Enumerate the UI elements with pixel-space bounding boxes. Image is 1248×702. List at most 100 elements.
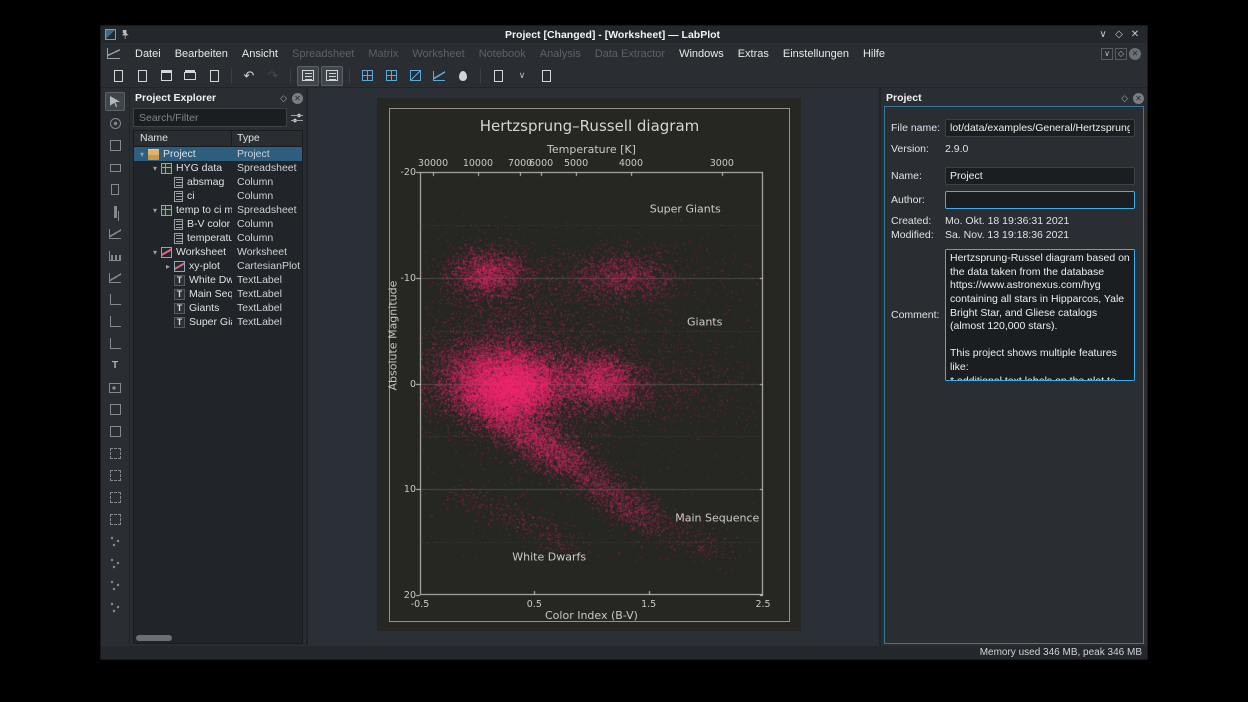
open-project-button[interactable] (131, 66, 153, 86)
menu-datei[interactable]: Datei (128, 46, 168, 62)
import-dropdown-button[interactable]: ∨ (511, 66, 533, 86)
zoom-in-button[interactable] (105, 400, 125, 419)
add-text-label-button[interactable]: T (105, 356, 125, 375)
horizontal-scrollbar[interactable] (136, 635, 172, 641)
new-plot-button[interactable] (428, 66, 450, 86)
add-histogram-button[interactable] (105, 246, 125, 265)
print-button[interactable] (179, 66, 201, 86)
export-button[interactable] (203, 66, 225, 86)
expander-open-icon[interactable]: ▾ (150, 248, 160, 257)
filter-options-icon[interactable] (291, 113, 303, 123)
name-field[interactable] (945, 167, 1135, 185)
menu-einstellungen[interactable]: Einstellungen (776, 46, 856, 62)
close-button[interactable]: ✕ (1127, 27, 1143, 42)
worksheet-page[interactable]: Hertzsprung–Russell diagram Temperature … (377, 98, 801, 631)
menu-hilfe[interactable]: Hilfe (856, 46, 892, 62)
add-vertical-axis-button[interactable] (105, 312, 125, 331)
zoom-fit-y-button[interactable] (105, 510, 125, 529)
menu-bearbeiten[interactable]: Bearbeiten (168, 46, 235, 62)
add-boxplot-button[interactable] (105, 268, 125, 287)
tree-row-super-giants[interactable]: TSuper GiantsTextLabel (134, 315, 302, 329)
toggle-properties-explorer-button[interactable] (321, 66, 343, 86)
add-legend-icon (110, 338, 121, 349)
tree-row-temperature[interactable]: temperatureColumn (134, 231, 302, 245)
cursor-mode-button[interactable] (105, 202, 125, 221)
menu-extras[interactable]: Extras (731, 46, 776, 62)
shift-right-x-button[interactable] (105, 554, 125, 573)
page-sql-icon (542, 70, 551, 82)
expander-open-icon[interactable]: ▾ (137, 150, 147, 159)
item-type: TextLabel (232, 316, 302, 328)
new-spreadsheet-button[interactable] (356, 66, 378, 86)
float-dock-icon[interactable]: ◇ (280, 93, 287, 104)
tlabel-icon: T (174, 303, 185, 314)
add-xy-curve-button[interactable] (105, 224, 125, 243)
column-header-name[interactable]: Name (134, 131, 232, 146)
zoom-fit-x-button[interactable] (105, 488, 125, 507)
created-value: Mo. Okt. 18 19:36:31 2021 (945, 215, 1069, 227)
file-name-field[interactable] (945, 119, 1135, 137)
close-subwindow-icon[interactable]: ✕ (1129, 48, 1141, 60)
cartesian-plot[interactable]: Hertzsprung–Russell diagram Temperature … (389, 108, 790, 622)
add-legend-button[interactable] (105, 334, 125, 353)
toggle-project-explorer-button[interactable] (297, 66, 319, 86)
menu-ansicht[interactable]: Ansicht (235, 46, 285, 62)
tree-row-main-sequence[interactable]: TMain SequenceTextLabel (134, 287, 302, 301)
zoom-y-select-mode-button[interactable] (105, 180, 125, 199)
pin-icon[interactable] (121, 30, 130, 39)
import-file-button[interactable] (487, 66, 509, 86)
scatter-canvas[interactable] (390, 109, 789, 621)
expander-open-icon[interactable]: ▾ (150, 206, 160, 215)
search-input[interactable] (133, 108, 287, 127)
version-value: 2.9.0 (945, 143, 968, 155)
zoom-y-select-mode-icon (111, 184, 119, 195)
expander-open-icon[interactable]: ▾ (150, 164, 160, 173)
text-label-super-giants[interactable]: Super Giants (650, 203, 721, 216)
zoom-origin-button[interactable] (105, 444, 125, 463)
save-project-button[interactable] (155, 66, 177, 86)
text-label-giants[interactable]: Giants (687, 316, 722, 329)
import-sql-button[interactable] (535, 66, 557, 86)
shift-left-x-button[interactable] (105, 532, 125, 551)
column-header-type[interactable]: Type (232, 131, 302, 146)
navigate-mode-button[interactable] (105, 114, 125, 133)
float-dock-icon[interactable]: ◇ (1121, 93, 1128, 104)
zoom-x-select-mode-button[interactable] (105, 158, 125, 177)
tree-row-white-dwarfs[interactable]: TWhite DwarfsTextLabel (134, 273, 302, 287)
shift-up-y-button[interactable] (105, 576, 125, 595)
tree-row-b-v-color-index[interactable]: B-V color indexColumn (134, 217, 302, 231)
expander-closed-icon[interactable]: ▸ (163, 262, 173, 271)
zoom-select-mode-button[interactable] (105, 136, 125, 155)
zoom-fit-selection-button[interactable] (105, 466, 125, 485)
undo-button[interactable]: ↶ (238, 66, 260, 86)
text-label-main-sequence[interactable]: Main Sequence (675, 511, 759, 524)
add-horizontal-axis-button[interactable] (105, 290, 125, 309)
add-image-button[interactable] (105, 378, 125, 397)
comment-field[interactable] (945, 249, 1135, 381)
text-label-white-dwarfs[interactable]: White Dwarfs (512, 550, 586, 563)
new-project-button[interactable] (107, 66, 129, 86)
new-matrix-button[interactable] (380, 66, 402, 86)
float-subwindow-icon[interactable]: ◇ (1115, 48, 1127, 60)
tree-row-hyg-data[interactable]: ▾HYG dataSpreadsheet (134, 161, 302, 175)
minimize-button[interactable]: ∨ (1095, 27, 1111, 42)
maximize-button[interactable]: ◇ (1111, 27, 1127, 42)
menu-windows[interactable]: Windows (672, 46, 731, 62)
tree-row-project[interactable]: ▾ProjectProject (134, 147, 302, 161)
tree-row-temp-to-ci-mapping[interactable]: ▾temp to ci mappingSpreadsheet (134, 203, 302, 217)
shift-down-y-button[interactable] (105, 598, 125, 617)
restore-subwindow-icon[interactable]: ∨ (1101, 48, 1113, 60)
close-dock-icon[interactable]: ✕ (1133, 93, 1144, 104)
new-worksheet-button[interactable] (404, 66, 426, 86)
labplot-window: Project [Changed] - [Worksheet] — LabPlo… (100, 25, 1148, 660)
zoom-out-button[interactable] (105, 422, 125, 441)
close-dock-icon[interactable]: ✕ (292, 93, 303, 104)
tree-row-absmag[interactable]: absmagColumn (134, 175, 302, 189)
tree-row-worksheet[interactable]: ▾WorksheetWorksheet (134, 245, 302, 259)
tree-row-giants[interactable]: TGiantsTextLabel (134, 301, 302, 315)
select-and-edit-mode-button[interactable] (105, 92, 125, 111)
tree-row-xy-plot[interactable]: ▸xy-plotCartesianPlot (134, 259, 302, 273)
author-field[interactable] (945, 191, 1135, 209)
tree-row-ci[interactable]: ciColumn (134, 189, 302, 203)
color-maps-button[interactable] (452, 66, 474, 86)
